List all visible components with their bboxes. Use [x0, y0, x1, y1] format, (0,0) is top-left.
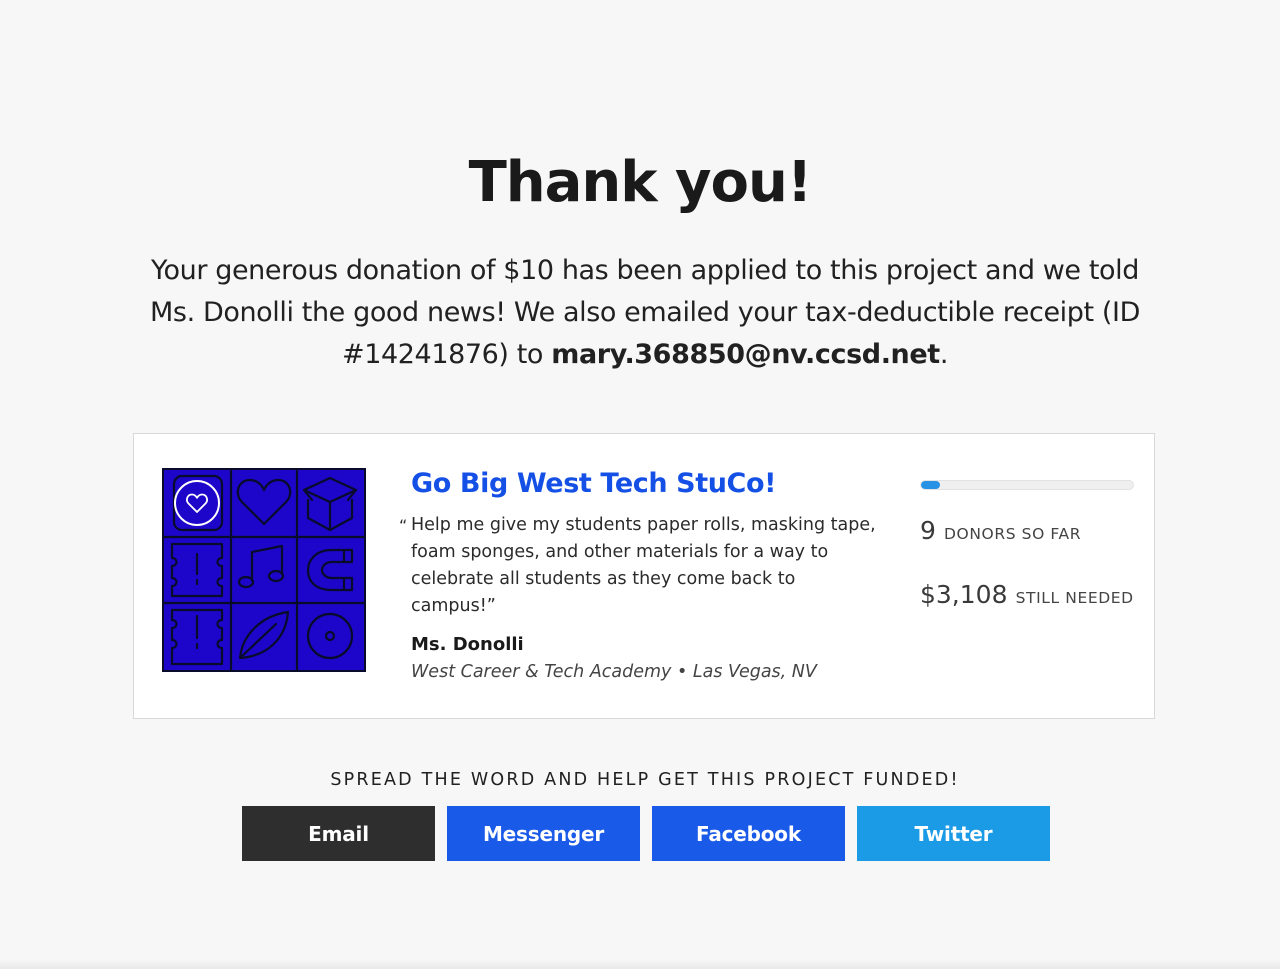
teacher-name: Ms. Donolli [411, 634, 524, 655]
project-image[interactable] [162, 468, 366, 672]
funding-progress-fill [921, 481, 941, 489]
donors-stat: 9 DONORS SO FAR [920, 516, 1081, 545]
project-title-link[interactable]: Go Big West Tech StuCo! [411, 468, 776, 499]
quote-text: Help me give my students paper rolls, ma… [411, 515, 876, 616]
receipt-email: mary.368850@nv.ccsd.net [551, 339, 940, 370]
still-needed-amount: $3,108 [920, 580, 1008, 609]
funding-progress-bar [920, 480, 1134, 490]
project-quote: “ Help me give my students paper rolls, … [399, 512, 879, 620]
share-heading: SPREAD THE WORD AND HELP GET THIS PROJEC… [330, 770, 960, 790]
thank-you-page: Thank you! Your generous donation of $10… [0, 0, 1280, 969]
donors-count: 9 [920, 516, 936, 545]
share-buttons: Email Messenger Facebook Twitter [242, 806, 1050, 861]
school-location: West Career & Tech Academy • Las Vegas, … [411, 662, 817, 682]
share-email-button[interactable]: Email [242, 806, 435, 861]
share-messenger-button[interactable]: Messenger [447, 806, 640, 861]
still-needed-stat: $3,108 STILL NEEDED [920, 580, 1134, 609]
share-facebook-button[interactable]: Facebook [652, 806, 845, 861]
message-end: . [939, 339, 949, 370]
open-quote-mark: “ [399, 516, 408, 535]
heart-icon [186, 493, 208, 513]
thank-you-message: Your generous donation of $10 has been a… [140, 250, 1150, 376]
project-card: Go Big West Tech StuCo! “ Help me give m… [133, 433, 1155, 719]
favorite-button[interactable] [174, 480, 220, 526]
still-needed-label: STILL NEEDED [1015, 589, 1134, 607]
page-title: Thank you! [468, 150, 813, 215]
bottom-edge-shadow [0, 959, 1280, 969]
donors-label: DONORS SO FAR [944, 525, 1082, 543]
share-twitter-button[interactable]: Twitter [857, 806, 1050, 861]
